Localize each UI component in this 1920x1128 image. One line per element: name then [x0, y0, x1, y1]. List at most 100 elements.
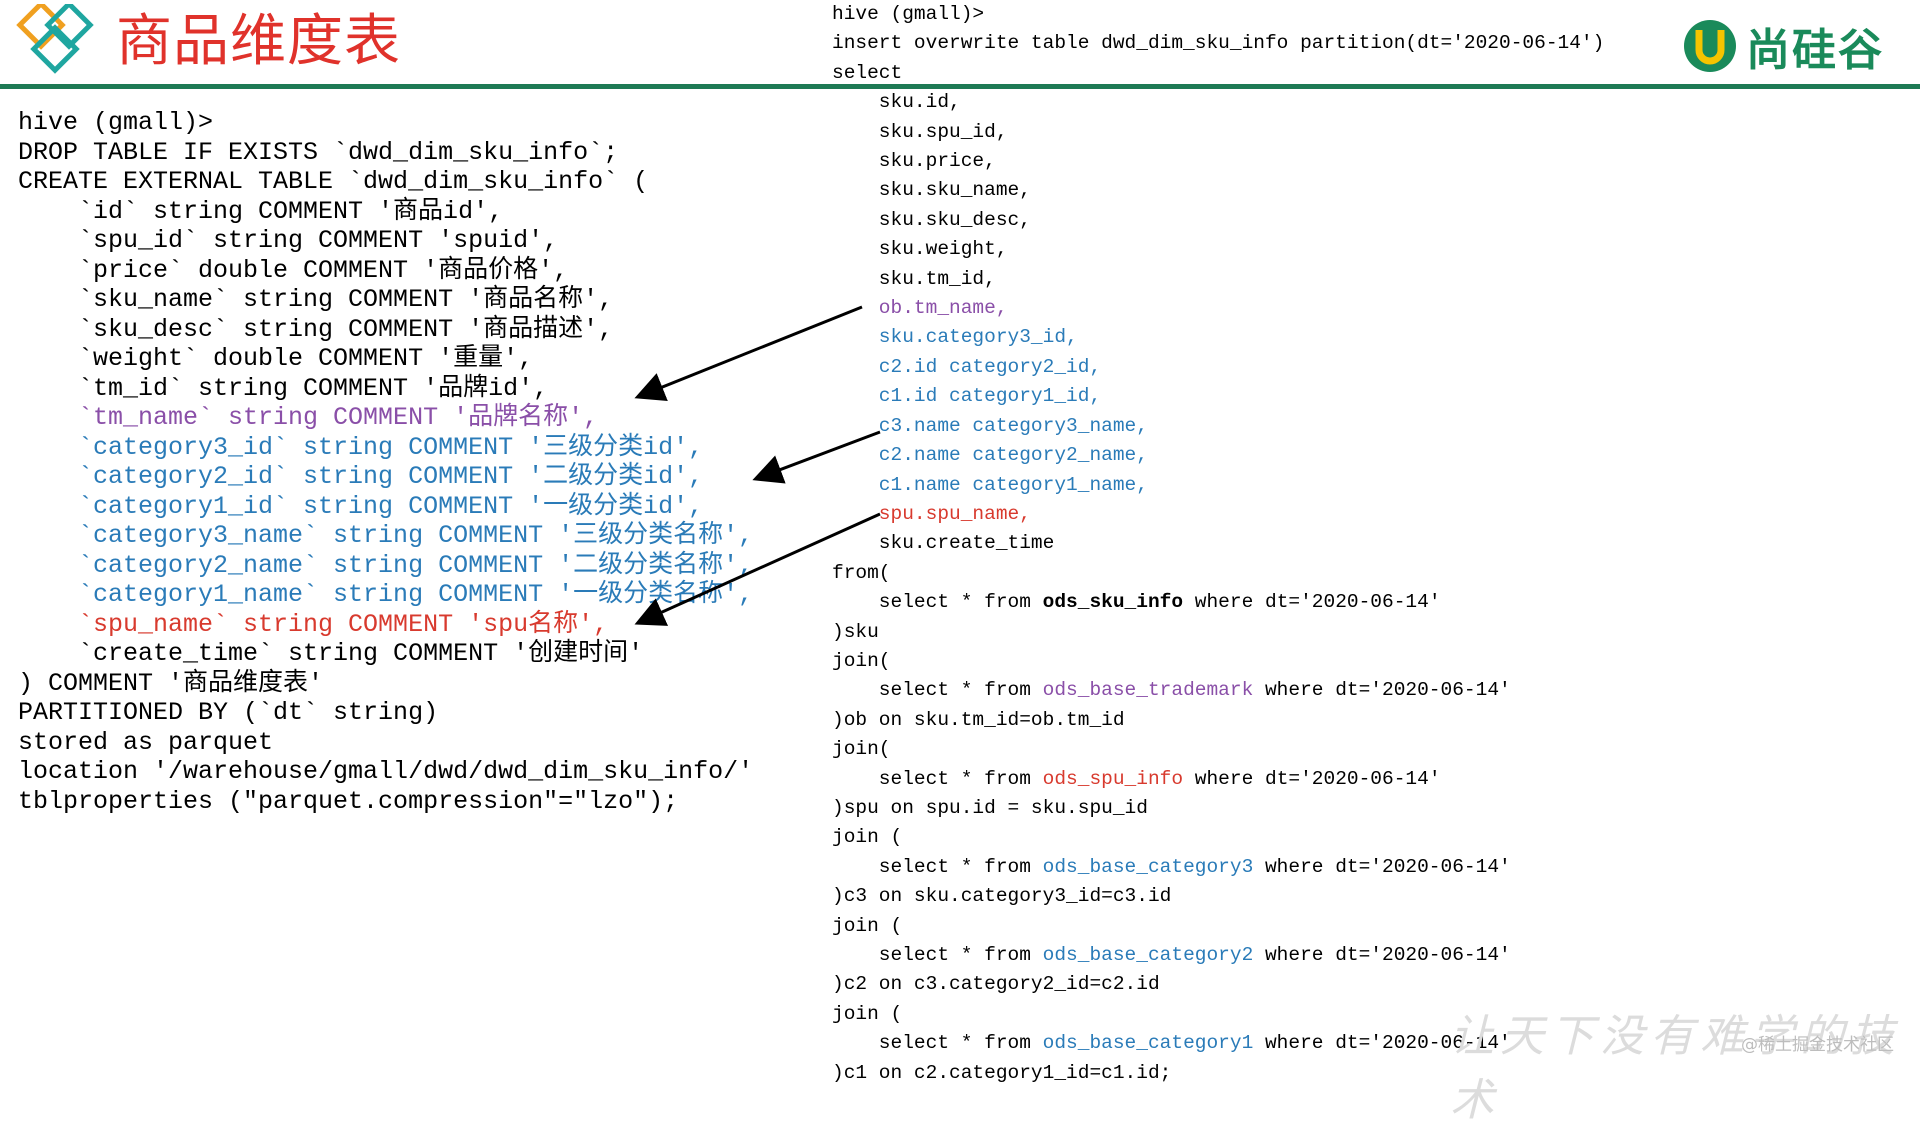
code-token: select * from	[832, 767, 1043, 790]
code-line: select * from ods_base_category2 where d…	[832, 941, 1604, 970]
brand-u-icon	[1684, 20, 1736, 72]
code-token: )spu on spu.id = sku.spu_id	[832, 796, 1148, 819]
code-line: DROP TABLE IF EXISTS `dwd_dim_sku_info`;	[18, 137, 619, 167]
code-token: hive (gmall)>	[832, 3, 985, 25]
code-token: ods_sku_info	[1042, 591, 1184, 614]
code-line: `category1_id` string COMMENT '一级分类id',	[18, 491, 704, 521]
code-token: sku.category3_id,	[832, 326, 1078, 349]
code-line: stored as parquet	[18, 727, 274, 757]
code-line: select * from ods_base_category3 where d…	[832, 853, 1604, 882]
code-line: `sku_name` string COMMENT '商品名称',	[18, 285, 614, 314]
code-line: ob.tm_name,	[832, 294, 1604, 323]
code-token: select * from	[832, 591, 1043, 614]
code-line: sku.spu_id,	[832, 118, 1604, 147]
code-line: c1.name category1_name,	[832, 471, 1604, 500]
code-line: )c2 on c3.category2_id=c2.id	[832, 970, 1604, 999]
code-token: sku.sku_desc,	[832, 208, 1031, 231]
code-line: `sku_desc` string COMMENT '商品描述',	[18, 314, 614, 344]
code-token: where dt='2020-06-14'	[1183, 767, 1441, 790]
create-table-code-block: hive (gmall)> DROP TABLE IF EXISTS `dwd_d…	[18, 108, 753, 816]
code-line: join(	[832, 647, 1604, 676]
code-token: join(	[832, 649, 891, 672]
code-token: where dt='2020-06-14'	[1253, 855, 1511, 878]
code-token: )c2 on c3.category2_id=c2.id	[832, 973, 1160, 996]
code-line: sku.sku_desc,	[832, 206, 1604, 235]
code-token: ods_base_trademark	[1042, 679, 1254, 702]
code-line: `price` double COMMENT '商品价格',	[18, 255, 569, 285]
code-line: from(	[832, 559, 1604, 588]
code-token: join(	[832, 738, 891, 761]
code-token: )ob on sku.tm_id=ob.tm_id	[832, 708, 1125, 731]
code-line: CREATE EXTERNAL TABLE `dwd_dim_sku_info`…	[18, 167, 649, 196]
source-credit: @稀土掘金技术社区	[1741, 1035, 1894, 1055]
code-token: sku.weight,	[832, 238, 1008, 261]
code-token: ods_base_category2	[1042, 944, 1254, 966]
code-token: c1.id category1_id,	[832, 385, 1102, 408]
code-token: sku.tm_id,	[832, 267, 996, 290]
code-line: sku.create_time	[832, 529, 1604, 558]
code-line: insert overwrite table dwd_dim_sku_info …	[832, 29, 1604, 58]
code-line: sku.id,	[832, 88, 1604, 117]
code-token: select * from	[832, 1032, 1043, 1055]
code-line: join(	[832, 735, 1604, 764]
code-line: `id` string COMMENT '商品id',	[18, 196, 504, 226]
code-line: `category3_name` string COMMENT '三级分类名称'…	[18, 521, 754, 550]
code-line: c2.id category2_id,	[832, 353, 1604, 382]
code-line: hive (gmall)>	[832, 0, 1604, 29]
brand-logo: 尚硅谷	[1682, 18, 1884, 76]
code-token: c2.id category2_id,	[832, 355, 1102, 378]
code-line: `category2_name` string COMMENT '二级分类名称'…	[18, 550, 754, 580]
code-line: `weight` double COMMENT '重量',	[18, 344, 534, 373]
code-token: c2.name category2_name,	[832, 444, 1148, 467]
code-token: )sku	[832, 620, 879, 643]
code-token: ods_base_category1	[1042, 1032, 1254, 1055]
code-line: join (	[832, 823, 1604, 852]
code-line: sku.price,	[832, 147, 1604, 176]
code-token: spu.spu_name,	[832, 502, 1031, 525]
code-line: )spu on spu.id = sku.spu_id	[832, 794, 1604, 823]
code-token: sku.spu_id,	[832, 120, 1008, 143]
code-line: c2.name category2_name,	[832, 441, 1604, 470]
code-line: location '/warehouse/gmall/dwd/dwd_dim_s…	[18, 757, 754, 786]
code-line: sku.sku_name,	[832, 176, 1604, 205]
code-line: join (	[832, 912, 1604, 941]
code-line: ) COMMENT '商品维度表'	[18, 668, 324, 698]
code-line: )ob on sku.tm_id=ob.tm_id	[832, 706, 1604, 735]
code-line: `category2_id` string COMMENT '二级分类id',	[18, 462, 704, 491]
code-token: )c1 on c2.category1_id=c1.id;	[832, 1061, 1172, 1084]
page-title: 商品维度表	[116, 9, 401, 74]
code-line: `tm_name` string COMMENT '品牌名称',	[18, 403, 599, 432]
code-token: select * from	[832, 679, 1043, 702]
code-token: sku.sku_name,	[832, 179, 1031, 202]
code-line: c1.id category1_id,	[832, 382, 1604, 411]
code-line: select * from ods_base_trademark where d…	[832, 676, 1604, 705]
code-line: c3.name category3_name,	[832, 412, 1604, 441]
code-token: insert overwrite table dwd_dim_sku_info …	[832, 32, 1605, 55]
code-token: sku.id,	[832, 91, 961, 114]
code-token: sku.create_time	[832, 532, 1055, 555]
code-line: )c3 on sku.category3_id=c3.id	[832, 882, 1604, 911]
brand-name: 尚硅谷	[1746, 25, 1884, 76]
code-token: join (	[832, 826, 903, 849]
code-line: `category1_name` string COMMENT '一级分类名称'…	[18, 580, 754, 609]
code-line: select	[832, 59, 1604, 88]
code-token: join (	[832, 1002, 903, 1025]
code-token: select	[832, 61, 903, 84]
code-token: sku.price,	[832, 150, 996, 173]
code-token: )c3 on sku.category3_id=c3.id	[832, 885, 1172, 908]
code-line: )sku	[832, 618, 1604, 647]
code-token: where dt='2020-06-14'	[1253, 679, 1511, 702]
code-token: join (	[832, 914, 903, 937]
code-line: sku.weight,	[832, 235, 1604, 264]
code-line: `tm_id` string COMMENT '品牌id',	[18, 373, 549, 403]
code-token: ob.tm_name,	[832, 297, 1008, 320]
code-line: hive (gmall)>	[18, 108, 214, 137]
code-token: where dt='2020-06-14'	[1253, 944, 1511, 966]
diamond-logo-icon	[16, 4, 94, 74]
code-token: c1.name category1_name,	[832, 473, 1148, 496]
code-token: select * from	[832, 944, 1043, 966]
code-line: select * from ods_spu_info where dt='202…	[832, 765, 1604, 794]
slogan-watermark: 让天下没有难学的技术	[1450, 1011, 1900, 1126]
code-token: where dt='2020-06-14'	[1183, 591, 1441, 614]
code-token: ods_base_category3	[1042, 855, 1254, 878]
